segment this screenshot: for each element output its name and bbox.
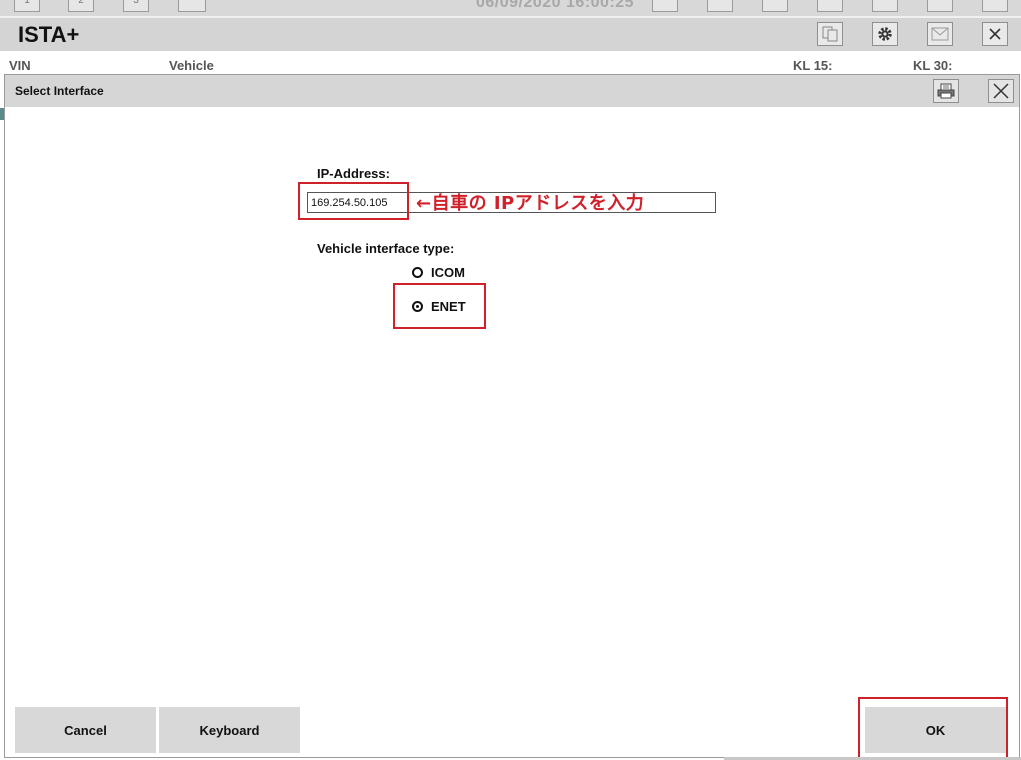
annotation-ip-highlight — [298, 182, 409, 220]
close-icon-glyph — [989, 28, 1001, 40]
radio-icom[interactable]: ICOM — [412, 265, 465, 280]
tab-3[interactable]: 3 — [123, 0, 149, 12]
dialog-title: Select Interface — [15, 84, 104, 98]
app-title: ISTA+ — [18, 22, 80, 47]
cancel-button[interactable]: Cancel — [15, 707, 156, 753]
dialog-titlebar: Select Interface — [5, 75, 1019, 107]
monitor-icon[interactable] — [762, 0, 788, 12]
kl15-label: KL 15: — [793, 58, 833, 73]
radio-icom-label: ICOM — [431, 265, 465, 280]
close-icon — [993, 83, 1009, 99]
vehicle-label: Vehicle — [169, 58, 214, 73]
keyboard-button[interactable]: Keyboard — [159, 707, 300, 753]
select-interface-dialog: Select Interface IP-Address: ←自車の IPアドレス… — [4, 74, 1020, 759]
mail-icon[interactable] — [927, 22, 953, 46]
annotation-ok-highlight — [858, 697, 1008, 759]
vehicle-info-row: VIN Vehicle KL 15: KL 30: — [0, 53, 1021, 73]
app-header: ISTA+ — [0, 18, 1021, 51]
top-close-icon[interactable] — [982, 0, 1008, 12]
tab-1[interactable]: 1 — [14, 0, 40, 12]
kl30-label: KL 30: — [913, 58, 953, 73]
vehicle-interface-type-label: Vehicle interface type: — [317, 241, 455, 256]
top-toolbar: 1 2 3 06/09/2020 16:00:25 — [0, 0, 1021, 18]
radio-icom-circle[interactable] — [412, 267, 423, 278]
pen-icon[interactable] — [817, 0, 843, 12]
close-icon[interactable] — [982, 22, 1008, 46]
annotation-ip-note: ←自車の IPアドレスを入力 — [416, 193, 645, 214]
copy-icon-glyph — [822, 26, 838, 42]
tab-3-label: 3 — [133, 0, 139, 6]
datetime: 06/09/2020 16:00:25 — [476, 0, 635, 11]
print-button[interactable] — [933, 79, 959, 103]
gear-icon[interactable] — [872, 22, 898, 46]
ip-address-label: IP-Address: — [317, 166, 390, 181]
columns-icon[interactable] — [707, 0, 733, 12]
download-icon[interactable] — [927, 0, 953, 12]
info-icon[interactable] — [872, 0, 898, 12]
tab-2-label: 2 — [78, 0, 84, 6]
printer-icon — [937, 83, 955, 99]
home-icon[interactable] — [652, 0, 678, 12]
tab-2[interactable]: 2 — [68, 0, 94, 12]
mail-icon-glyph — [931, 27, 949, 41]
dialog-close-button[interactable] — [988, 79, 1014, 103]
gear-icon-glyph — [878, 27, 892, 41]
annotation-enet-highlight — [393, 283, 486, 329]
vin-label: VIN — [9, 58, 31, 73]
copy-icon[interactable] — [817, 22, 843, 46]
tab-1-label: 1 — [24, 0, 30, 6]
list-icon[interactable] — [178, 0, 206, 12]
